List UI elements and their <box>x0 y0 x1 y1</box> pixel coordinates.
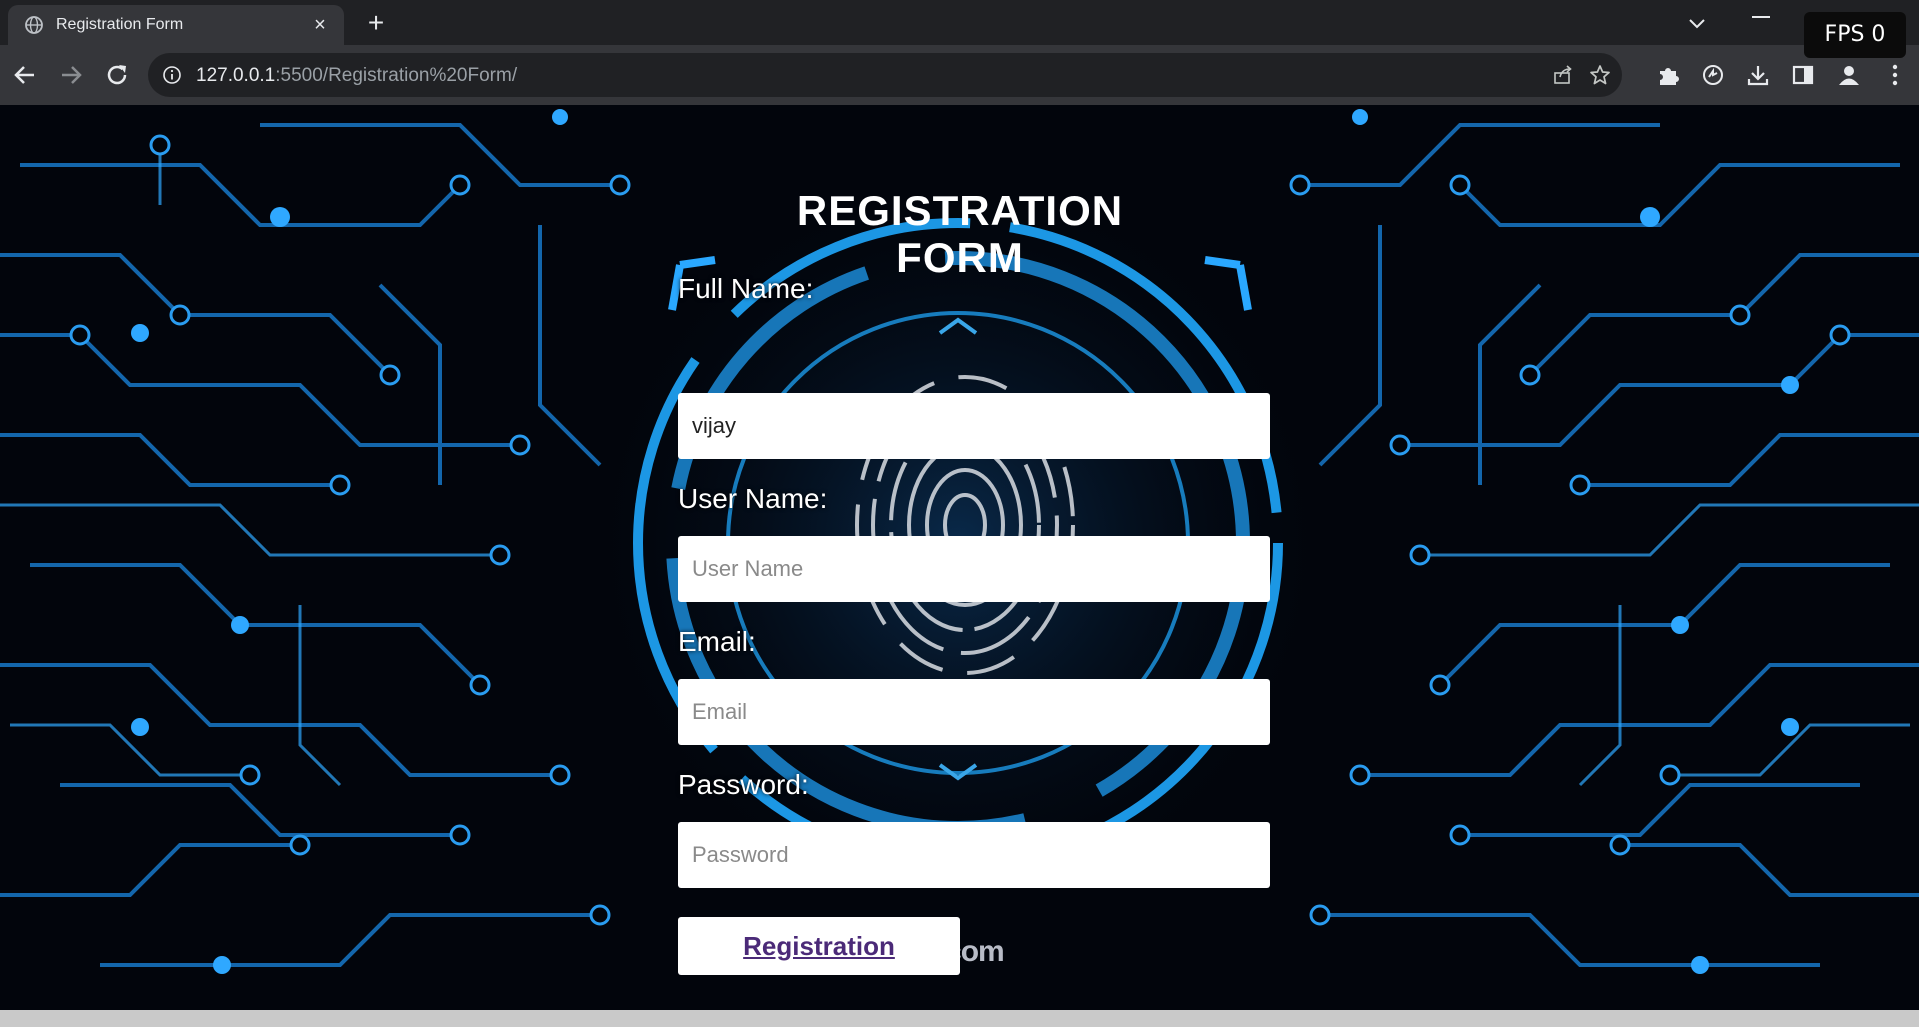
email-label: Email: <box>678 626 756 657</box>
chevron-down-icon[interactable] <box>1684 10 1710 36</box>
url-host: 127.0.0.1 <box>196 65 276 86</box>
sync-icon[interactable] <box>1700 62 1726 88</box>
full-name-label: Full Name: <box>678 273 814 304</box>
user-name-input[interactable] <box>678 536 1270 602</box>
reload-icon[interactable] <box>102 60 132 90</box>
fps-overlay: FPS 0 <box>1804 12 1906 58</box>
address-bar[interactable]: 127.0.0.1:5500/Registration%20Form/ <box>148 53 1622 97</box>
info-icon[interactable] <box>162 65 182 85</box>
profile-avatar-icon[interactable] <box>1836 62 1862 88</box>
url-text: 127.0.0.1:5500/Registration%20Form/ <box>196 65 517 87</box>
page-viewport: REGISTRATIONFORM Full Name: User Name: E… <box>0 105 1919 1010</box>
full-name-input[interactable] <box>678 393 1270 459</box>
minimize-button[interactable] <box>1752 16 1770 18</box>
bottom-edge <box>0 1010 1919 1027</box>
tab-title: Registration Form <box>56 16 184 33</box>
registration-button[interactable]: Registration <box>678 917 960 975</box>
download-icon[interactable] <box>1745 62 1771 88</box>
password-label: Password: <box>678 769 809 800</box>
url-path: :5500/Registration%20Form/ <box>275 65 518 86</box>
side-panel-icon[interactable] <box>1790 62 1816 88</box>
email-input[interactable] <box>678 679 1270 745</box>
browser-toolbar: 127.0.0.1:5500/Registration%20Form/ <box>0 45 1919 105</box>
browser-titlebar: Registration Form × + <box>0 0 1919 45</box>
back-arrow-icon[interactable] <box>10 60 40 90</box>
bookmark-star-icon[interactable] <box>1588 63 1612 87</box>
share-icon[interactable] <box>1552 64 1574 86</box>
new-tab-button[interactable]: + <box>360 8 392 40</box>
extensions-icon[interactable] <box>1655 62 1681 88</box>
browser-tab[interactable]: Registration Form × <box>8 5 344 45</box>
tab-close-icon[interactable]: × <box>310 15 330 35</box>
forward-arrow-icon[interactable] <box>56 60 86 90</box>
form-title: REGISTRATION FORM <box>796 187 1124 281</box>
globe-icon <box>25 16 43 34</box>
password-input[interactable] <box>678 822 1270 888</box>
more-menu-icon[interactable] <box>1882 62 1908 88</box>
user-name-label: User Name: <box>678 483 828 514</box>
